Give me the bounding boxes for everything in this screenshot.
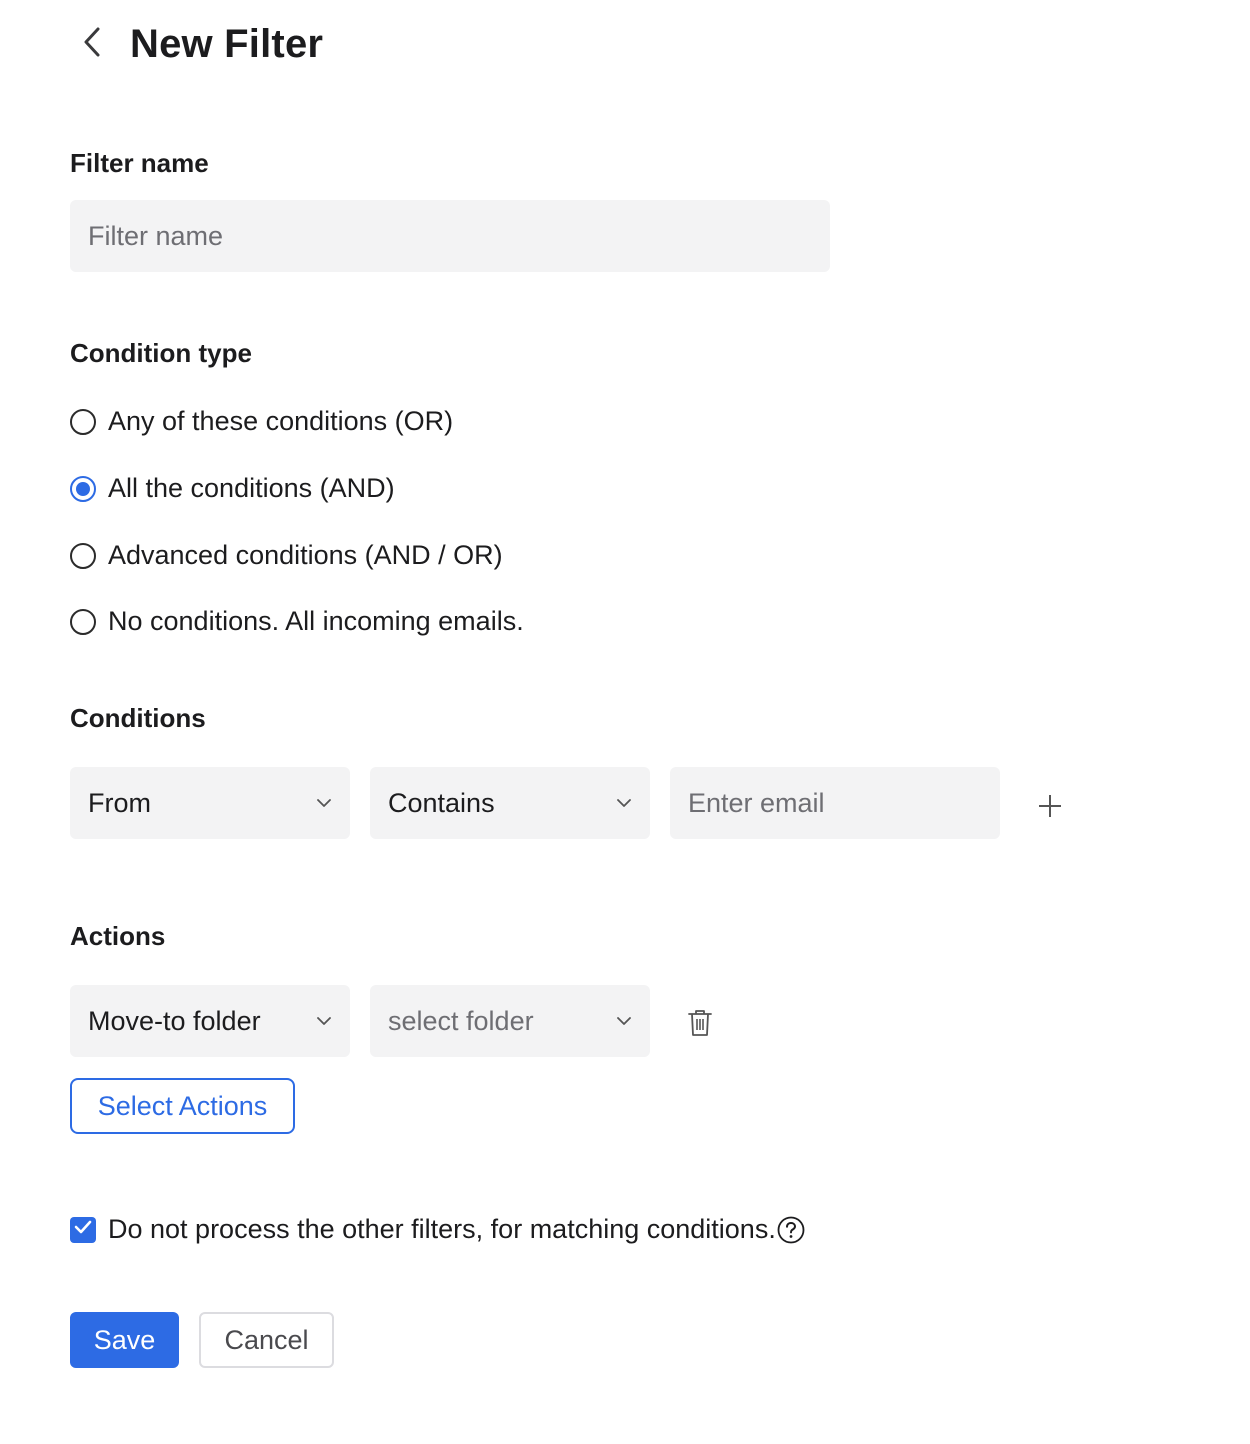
page-title: New Filter [130, 21, 324, 66]
chevron-down-icon [316, 1013, 332, 1029]
action-type-value: Move-to folder [88, 1005, 261, 1036]
radio-label: Advanced conditions (AND / OR) [108, 540, 503, 570]
chevron-down-icon [316, 795, 332, 811]
folder-select[interactable]: select folder [370, 985, 650, 1057]
radio-button[interactable] [70, 542, 96, 569]
cancel-button[interactable]: Cancel [199, 1312, 334, 1368]
radio-button[interactable] [70, 608, 96, 635]
condition-operator-select[interactable]: Contains [370, 767, 650, 839]
save-button[interactable]: Save [70, 1312, 179, 1368]
radio-button[interactable] [70, 408, 96, 435]
condition-field-value: From [88, 787, 151, 818]
radio-option-and[interactable]: All the conditions (AND) [70, 473, 395, 504]
plus-icon [1038, 794, 1062, 823]
conditions-label: Conditions [70, 703, 206, 733]
stop-processing-row: Do not process the other filters, for ma… [70, 1214, 805, 1245]
stop-processing-label: Do not process the other filters, for ma… [108, 1214, 776, 1244]
filter-name-input[interactable] [88, 220, 830, 252]
folder-select-placeholder: select folder [388, 1005, 534, 1036]
email-input[interactable] [688, 787, 1000, 819]
chevron-down-icon [616, 795, 632, 811]
radio-button-selected[interactable] [70, 475, 96, 502]
stop-processing-checkbox[interactable] [70, 1216, 96, 1243]
radio-option-none[interactable]: No conditions. All incoming emails. [70, 606, 524, 637]
chevron-down-icon [616, 1013, 632, 1029]
radio-label: Any of these conditions (OR) [108, 406, 454, 436]
add-condition-button[interactable] [1030, 788, 1070, 828]
condition-field-select[interactable]: From [70, 767, 350, 839]
filter-name-label: Filter name [70, 148, 209, 178]
chevron-left-icon [82, 26, 102, 63]
radio-option-or[interactable]: Any of these conditions (OR) [70, 406, 453, 437]
radio-option-advanced[interactable]: Advanced conditions (AND / OR) [70, 540, 503, 571]
condition-operator-value: Contains [388, 787, 495, 818]
actions-label: Actions [70, 921, 166, 951]
delete-action-button[interactable] [682, 1006, 718, 1044]
help-icon[interactable] [777, 1216, 805, 1244]
back-button[interactable] [70, 22, 114, 66]
filter-name-field [70, 200, 830, 272]
radio-label: All the conditions (AND) [108, 473, 395, 503]
trash-icon [687, 1008, 713, 1043]
action-type-select[interactable]: Move-to folder [70, 985, 350, 1057]
radio-label: No conditions. All incoming emails. [108, 606, 524, 636]
condition-type-label: Condition type [70, 338, 252, 368]
page-header: New Filter [70, 18, 323, 70]
checkmark-icon [74, 1220, 92, 1239]
condition-value-field [670, 767, 1000, 839]
select-actions-button[interactable]: Select Actions [70, 1078, 295, 1134]
